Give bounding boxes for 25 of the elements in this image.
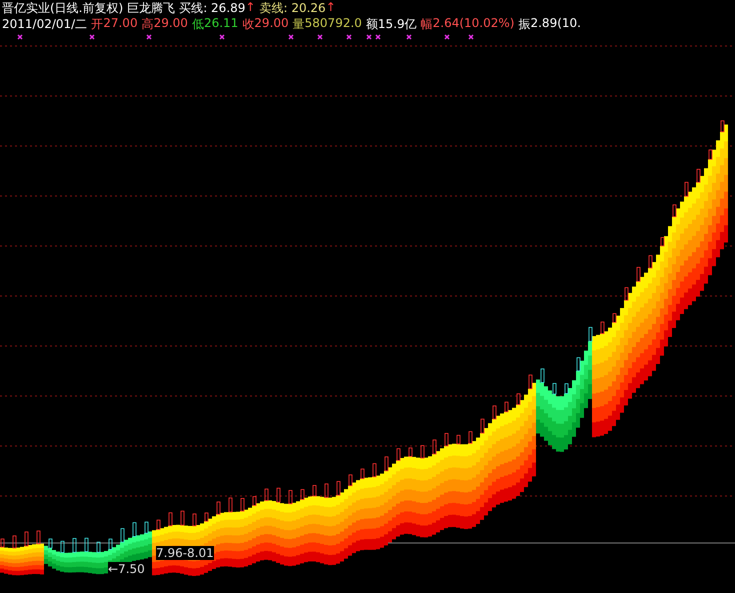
quote-label: 量 — [292, 16, 305, 33]
quote-value: 15.9亿 — [378, 16, 417, 33]
quote-label: 额 — [366, 16, 378, 33]
quote-value: 29.00 — [254, 16, 289, 32]
indicator-name: 巨龙腾飞 — [127, 0, 176, 17]
stock-title: 晋亿实业(日线.前复权) — [2, 0, 124, 17]
price-range-label: 7.96-8.01 — [156, 546, 214, 560]
quote-value: 2.64(10.02%) — [432, 16, 514, 32]
quote-label: 低 — [192, 16, 204, 33]
arrow-marker: ↑ — [245, 0, 256, 16]
quote-value: 26.11 — [204, 16, 238, 32]
quote-label: 振 — [518, 16, 530, 33]
quote-value: 580792.0 — [304, 16, 362, 32]
arrow-marker: ↑ — [326, 0, 336, 16]
low-price-label: ←7.50 — [108, 562, 145, 576]
quote-value: 27.00 — [103, 16, 138, 32]
quote-label: 开 — [91, 16, 104, 33]
line-value: 买线: 26.89 — [179, 0, 246, 17]
line-value: 卖线: 20.26 — [259, 0, 326, 17]
quote-label: 高 — [142, 16, 154, 33]
quote-value: 29.00 — [154, 16, 188, 32]
quote-label: 幅 — [420, 16, 433, 33]
quote-value: 2.89(10. — [530, 16, 581, 32]
quote-date: 2011/02/01/二 — [2, 16, 88, 33]
quote-label: 收 — [242, 16, 254, 33]
